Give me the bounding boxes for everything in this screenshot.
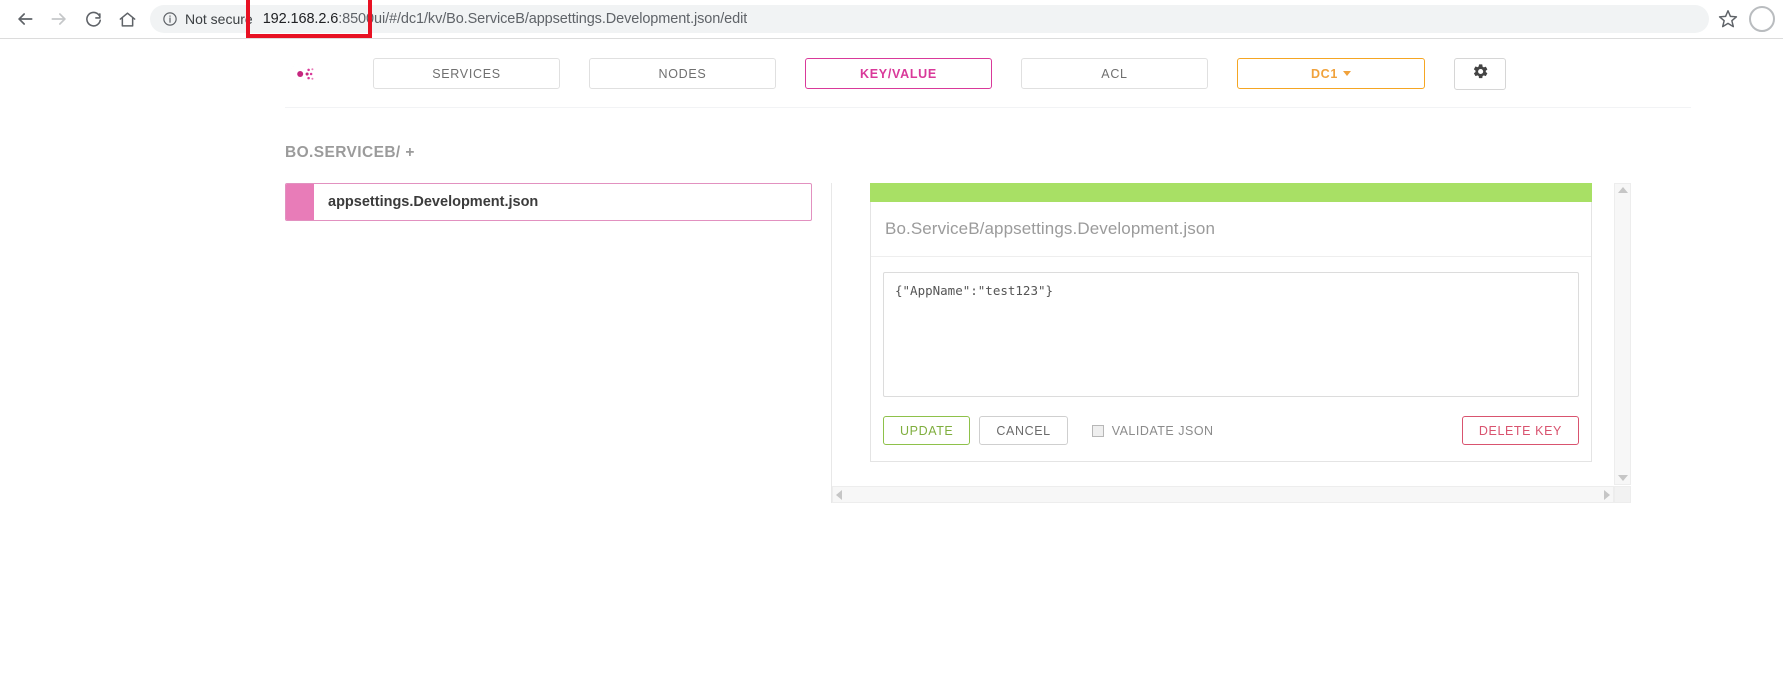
breadcrumb-add-key[interactable]: + bbox=[405, 144, 414, 161]
scroll-up-icon[interactable] bbox=[1617, 187, 1628, 193]
settings-button[interactable] bbox=[1454, 57, 1506, 90]
key-name-label: appsettings.Development.json bbox=[328, 194, 539, 210]
key-list: appsettings.Development.json bbox=[285, 183, 812, 221]
delete-key-button[interactable]: DELETE KEY bbox=[1461, 416, 1579, 445]
browser-toolbar: Not secure 192.168.2.6:8500ui/#/dc1/kv/B… bbox=[0, 0, 1783, 39]
key-path-title: Bo.ServiceB/appsettings.Development.json bbox=[871, 202, 1591, 257]
datacenter-selector[interactable]: DC1 bbox=[1237, 58, 1425, 89]
value-textarea[interactable] bbox=[883, 272, 1579, 397]
url-host: 192.168.2.6 bbox=[262, 11, 339, 27]
reload-button[interactable] bbox=[76, 2, 110, 36]
breadcrumb-path[interactable]: BO.SERVICEB/ bbox=[285, 144, 401, 161]
scroll-down-icon[interactable] bbox=[1617, 475, 1628, 481]
consul-logo[interactable] bbox=[285, 57, 319, 91]
update-button[interactable]: UPDATE bbox=[883, 416, 971, 445]
cancel-button[interactable]: CANCEL bbox=[979, 416, 1068, 445]
url-path: ui/#/dc1/kv/Bo.ServiceB/appsettings.Deve… bbox=[374, 11, 748, 27]
vertical-scrollbar[interactable] bbox=[1614, 183, 1631, 485]
back-button[interactable] bbox=[8, 2, 42, 36]
main-content: BO.SERVICEB/ + appsettings.Development.j… bbox=[0, 108, 1783, 503]
nav-tab-label: ACL bbox=[1101, 66, 1128, 81]
kv-editor-scroll-area: Bo.ServiceB/appsettings.Development.json… bbox=[832, 183, 1614, 485]
chevron-down-icon bbox=[1343, 71, 1352, 76]
scrollbar-corner bbox=[1614, 486, 1631, 503]
info-circle-icon[interactable] bbox=[162, 11, 178, 27]
validate-json-checkbox[interactable] bbox=[1091, 424, 1104, 437]
security-status-label: Not secure bbox=[185, 11, 253, 27]
selected-indicator bbox=[286, 184, 314, 220]
address-bar[interactable]: Not secure 192.168.2.6:8500ui/#/dc1/kv/B… bbox=[150, 0, 1709, 38]
list-item[interactable]: appsettings.Development.json bbox=[285, 183, 812, 221]
scroll-right-icon[interactable] bbox=[1604, 489, 1610, 500]
validate-json-checkbox-group[interactable]: VALIDATE JSON bbox=[1091, 423, 1214, 438]
editor-actions: UPDATE CANCEL VALIDATE JSON DELETE KEY bbox=[871, 402, 1591, 461]
url-port: :8500 bbox=[338, 11, 374, 27]
scroll-left-icon[interactable] bbox=[836, 489, 842, 500]
kv-columns: appsettings.Development.json Bo.ServiceB… bbox=[285, 183, 1783, 503]
status-bar-success bbox=[870, 183, 1592, 202]
nav-tab-services[interactable]: SERVICES bbox=[373, 58, 560, 89]
star-icon[interactable] bbox=[1717, 8, 1739, 30]
forward-button[interactable] bbox=[42, 2, 76, 36]
kv-editor-card: Bo.ServiceB/appsettings.Development.json… bbox=[870, 202, 1592, 462]
address-bar-url: 192.168.2.6:8500ui/#/dc1/kv/Bo.ServiceB/… bbox=[263, 11, 747, 27]
kv-editor-region: Bo.ServiceB/appsettings.Development.json… bbox=[831, 183, 1631, 503]
nav-tab-nodes[interactable]: NODES bbox=[589, 58, 776, 89]
nav-tab-label: NODES bbox=[658, 66, 707, 81]
horizontal-scrollbar[interactable] bbox=[832, 486, 1614, 503]
nav-tab-key-value[interactable]: KEY/VALUE bbox=[805, 58, 992, 89]
consul-app: SERVICES NODES KEY/VALUE ACL DC1 BO.SERV… bbox=[0, 39, 1783, 676]
nav-tab-label: SERVICES bbox=[432, 66, 501, 81]
avatar-icon[interactable] bbox=[1749, 6, 1775, 32]
validate-json-label: VALIDATE JSON bbox=[1111, 423, 1214, 438]
breadcrumb: BO.SERVICEB/ + bbox=[285, 144, 1783, 162]
app-header: SERVICES NODES KEY/VALUE ACL DC1 bbox=[0, 39, 1783, 108]
home-button[interactable] bbox=[110, 2, 144, 36]
nav-tab-label: KEY/VALUE bbox=[860, 66, 937, 81]
datacenter-label: DC1 bbox=[1310, 66, 1339, 81]
gear-icon bbox=[1472, 63, 1489, 85]
nav-tab-acl[interactable]: ACL bbox=[1021, 58, 1208, 89]
